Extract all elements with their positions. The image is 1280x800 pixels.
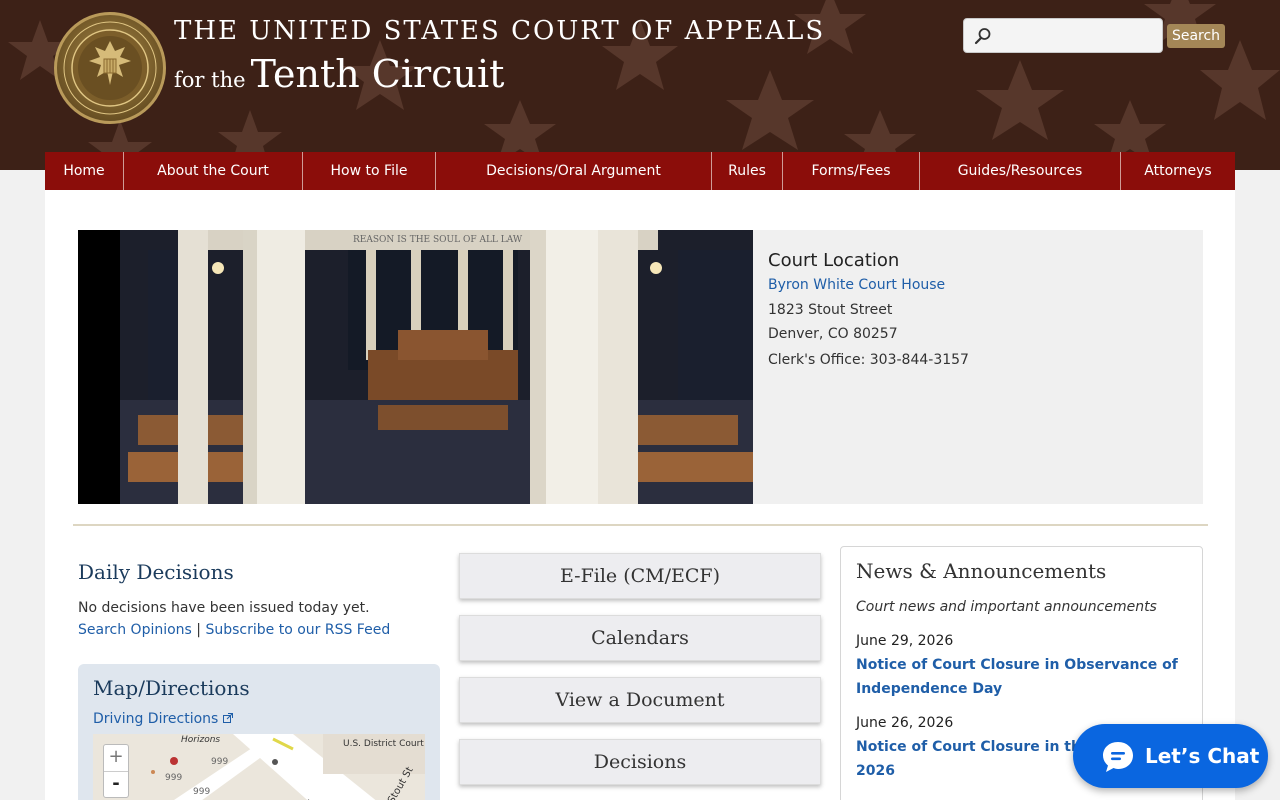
search-box [963, 18, 1163, 53]
location-street: 1823 Stout Street [768, 302, 893, 318]
nav-decisions-oral-argument[interactable]: Decisions/Oral Argument [436, 152, 712, 190]
seal-ring-icon [63, 21, 157, 115]
map-zoom-out-button[interactable]: - [104, 771, 128, 797]
chat-label: Let’s Chat [1145, 744, 1260, 768]
court-seal [54, 12, 166, 124]
courtroom-photo: REASON IS THE SOUL OF ALL LAW [78, 230, 753, 504]
map-zoom-control: + - [103, 744, 129, 798]
calendars-button[interactable]: Calendars [459, 615, 821, 661]
nav-rules[interactable]: Rules [712, 152, 783, 190]
link-separator: | [196, 622, 202, 638]
quick-links: E-File (CM/ECF) Calendars View a Documen… [459, 553, 821, 800]
view-document-button[interactable]: View a Document [459, 677, 821, 723]
driving-directions-link[interactable]: Driving Directions [93, 711, 233, 727]
map-label-horizons: Horizons [181, 735, 220, 745]
map-label-district-court: U.S. District Court of Colorado [343, 739, 425, 749]
search-icon [974, 28, 991, 45]
daily-decisions-title: Daily Decisions [78, 560, 234, 584]
map-label-num2: 999 [165, 773, 182, 783]
nav-about-the-court[interactable]: About the Court [124, 152, 303, 190]
news-item-date: June 29, 2026 [856, 633, 954, 649]
nav-how-to-file[interactable]: How to File [303, 152, 436, 190]
map-widget[interactable]: Horizons U.S. District Court of Colorado… [93, 734, 425, 800]
driving-directions-label: Driving Directions [93, 711, 219, 727]
site-title-line2: for the Tenth Circuit [174, 52, 504, 96]
nav-home[interactable]: Home [45, 152, 124, 190]
site-title-for-the: for the [174, 68, 246, 92]
news-subtitle: Court news and important announcements [856, 599, 1157, 615]
location-city: Denver, CO 80257 [768, 326, 898, 342]
news-item-link[interactable]: Notice of Court Closure in Observance of… [856, 653, 1187, 701]
court-location-panel: Court Location Byron White Court House 1… [753, 230, 1203, 504]
map-zoom-in-button[interactable]: + [104, 745, 128, 771]
news-title: News & Announcements [856, 559, 1107, 583]
map-tiles: Horizons U.S. District Court of Colorado… [93, 734, 425, 800]
courtroom-image: REASON IS THE SOUL OF ALL LAW [78, 230, 753, 504]
chat-button[interactable]: Let’s Chat [1073, 724, 1268, 788]
hero-inscription: REASON IS THE SOUL OF ALL LAW [353, 235, 523, 245]
daily-decisions-links: Search Opinions | Subscribe to our RSS F… [78, 622, 440, 638]
site-header: THE UNITED STATES COURT OF APPEALS for t… [0, 0, 1280, 170]
location-phone: Clerk's Office: 303-844-3157 [768, 352, 969, 368]
chat-bubble-icon [1103, 742, 1133, 772]
map-label-num1: 999 [211, 757, 228, 767]
section-divider [73, 524, 1208, 526]
site-title-tenth-circuit: Tenth Circuit [250, 52, 505, 96]
efile-button[interactable]: E-File (CM/ECF) [459, 553, 821, 599]
search-opinions-link[interactable]: Search Opinions [78, 622, 192, 638]
location-building-link[interactable]: Byron White Court House [768, 277, 1188, 293]
search-button[interactable]: Search [1167, 24, 1225, 48]
main-content: REASON IS THE SOUL OF ALL LAW Court Loca… [45, 190, 1235, 800]
rss-feed-link[interactable]: Subscribe to our RSS Feed [205, 622, 390, 638]
nav-guides-resources[interactable]: Guides/Resources [920, 152, 1121, 190]
search-input[interactable] [996, 25, 1156, 47]
nav-forms-fees[interactable]: Forms/Fees [783, 152, 920, 190]
map-directions-panel: Map/Directions Driving Directions Horizo… [78, 664, 440, 800]
daily-decisions-text: No decisions have been issued today yet. [78, 600, 370, 616]
nav-attorneys[interactable]: Attorneys [1121, 152, 1235, 190]
site-title-line1: THE UNITED STATES COURT OF APPEALS [174, 16, 826, 46]
location-title: Court Location [768, 250, 900, 271]
map-directions-title: Map/Directions [93, 676, 250, 700]
daily-decisions: Daily Decisions No decisions have been i… [78, 560, 440, 638]
map-label-num3: 999 [193, 787, 210, 797]
main-nav: Home About the Court How to File Decisio… [45, 152, 1235, 190]
decisions-button[interactable]: Decisions [459, 739, 821, 785]
external-link-icon [222, 713, 233, 723]
